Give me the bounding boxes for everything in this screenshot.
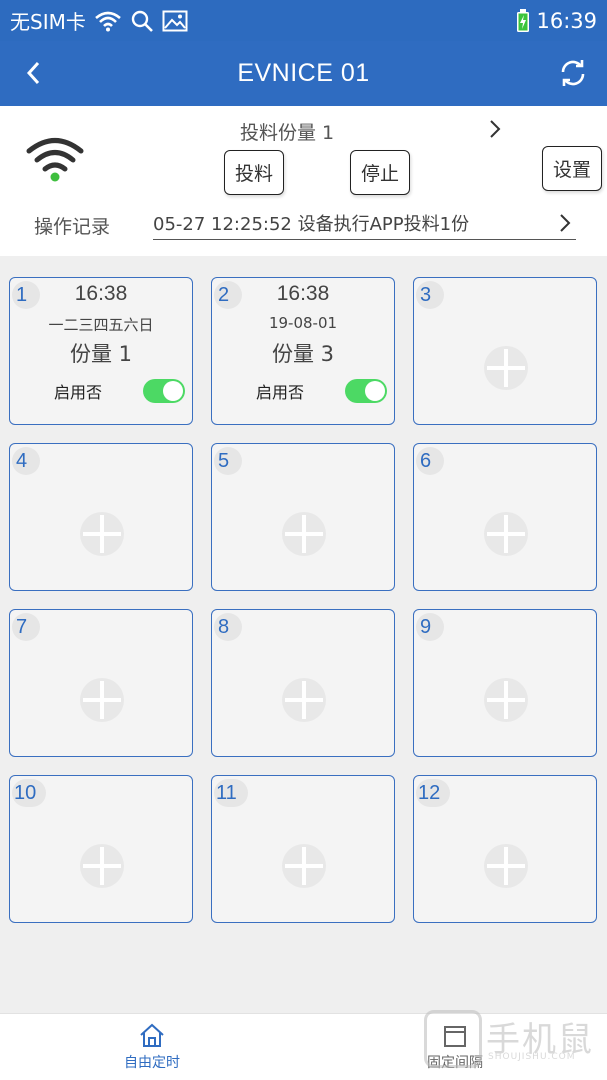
add-icon[interactable] xyxy=(484,844,528,888)
clock-text: 16:39 xyxy=(536,8,597,33)
schedule-grid: 1 16:38 一二三四五六日 份量 1 启用否 2 16:38 19-08-0… xyxy=(9,277,599,923)
battery-icon xyxy=(516,8,530,33)
carrier-text: 无SIM卡 xyxy=(10,10,86,34)
add-icon[interactable] xyxy=(282,844,326,888)
schedule-number: 4 xyxy=(12,447,40,475)
empty-schedule-tile[interactable]: 3 xyxy=(413,277,597,425)
chevron-right-icon xyxy=(488,118,502,144)
schedule-number: 3 xyxy=(416,281,444,309)
add-icon[interactable] xyxy=(282,678,326,722)
wifi-signal-icon xyxy=(26,136,84,184)
empty-schedule-tile[interactable]: 5 xyxy=(211,443,395,591)
feed-button[interactable]: 投料 xyxy=(224,150,284,195)
schedule-amount: 份量 1 xyxy=(69,342,133,366)
add-icon[interactable] xyxy=(80,678,124,722)
portion-label: 投料份量 1 xyxy=(240,121,335,144)
refresh-icon xyxy=(561,60,585,86)
enable-label: 启用否 xyxy=(54,383,103,402)
stop-button[interactable]: 停止 xyxy=(350,150,410,195)
schedule-number: 10 xyxy=(12,779,46,807)
empty-schedule-tile[interactable]: 6 xyxy=(413,443,597,591)
schedule-number: 8 xyxy=(214,613,242,641)
tab-free-timing[interactable]: 自由定时 xyxy=(92,1022,212,1080)
empty-schedule-tile[interactable]: 10 xyxy=(9,775,193,923)
watermark-subtitle: SHOUJISHU.COM xyxy=(488,1052,576,1062)
watermark-box xyxy=(424,1010,482,1068)
schedule-amount: 份量 3 xyxy=(271,342,335,366)
schedule-number: 11 xyxy=(214,779,248,807)
empty-schedule-tile[interactable]: 9 xyxy=(413,609,597,757)
schedule-days: 一二三四五六日 xyxy=(48,316,154,334)
chevron-left-icon xyxy=(26,61,40,85)
add-icon[interactable] xyxy=(484,346,528,390)
refresh-button[interactable] xyxy=(555,55,591,91)
schedule-tile[interactable]: 1 16:38 一二三四五六日 份量 1 启用否 xyxy=(9,277,193,425)
enable-label: 启用否 xyxy=(256,383,305,402)
home-icon xyxy=(140,1023,164,1047)
add-icon[interactable] xyxy=(484,678,528,722)
tab-label: 自由定时 xyxy=(124,1055,180,1071)
empty-schedule-tile[interactable]: 8 xyxy=(211,609,395,757)
log-label: 操作记录 xyxy=(34,216,111,238)
status-bar: 无SIM卡 16:39 xyxy=(0,0,607,41)
enable-toggle[interactable] xyxy=(143,379,185,403)
control-panel: 投料份量 1 投料 停止 设置 操作记录 05-27 12:25:52 设备执行… xyxy=(0,106,607,256)
schedule-time: 16:38 xyxy=(74,282,128,305)
settings-button[interactable]: 设置 xyxy=(542,146,602,191)
log-entry[interactable]: 05-27 12:25:52 设备执行APP投料1份 xyxy=(153,210,576,240)
empty-schedule-tile[interactable]: 12 xyxy=(413,775,597,923)
enable-toggle[interactable] xyxy=(345,379,387,403)
wifi-status-icon xyxy=(94,10,122,32)
schedule-tile[interactable]: 2 16:38 19-08-01 份量 3 启用否 xyxy=(211,277,395,425)
add-icon[interactable] xyxy=(80,844,124,888)
add-icon[interactable] xyxy=(80,512,124,556)
page-title: EVNICE 01 xyxy=(237,59,370,87)
schedule-number: 6 xyxy=(416,447,444,475)
watermark-logo: 手机鼠 SHOUJISHU.COM xyxy=(424,1010,607,1068)
back-button[interactable] xyxy=(16,55,52,91)
portion-selector[interactable]: 投料份量 1 xyxy=(200,116,520,146)
schedule-number: 5 xyxy=(214,447,242,475)
image-icon xyxy=(162,10,188,32)
schedule-time: 16:38 xyxy=(276,282,330,305)
empty-schedule-tile[interactable]: 4 xyxy=(9,443,193,591)
empty-schedule-tile[interactable]: 11 xyxy=(211,775,395,923)
schedule-number: 12 xyxy=(416,779,450,807)
app-bar: EVNICE 01 xyxy=(0,41,607,106)
schedule-number: 7 xyxy=(12,613,40,641)
chevron-right-icon[interactable] xyxy=(558,212,572,238)
add-icon[interactable] xyxy=(282,512,326,556)
search-icon xyxy=(130,9,154,33)
empty-schedule-tile[interactable]: 7 xyxy=(9,609,193,757)
add-icon[interactable] xyxy=(484,512,528,556)
schedule-number: 9 xyxy=(416,613,444,641)
schedule-date: 19-08-01 xyxy=(268,314,338,332)
